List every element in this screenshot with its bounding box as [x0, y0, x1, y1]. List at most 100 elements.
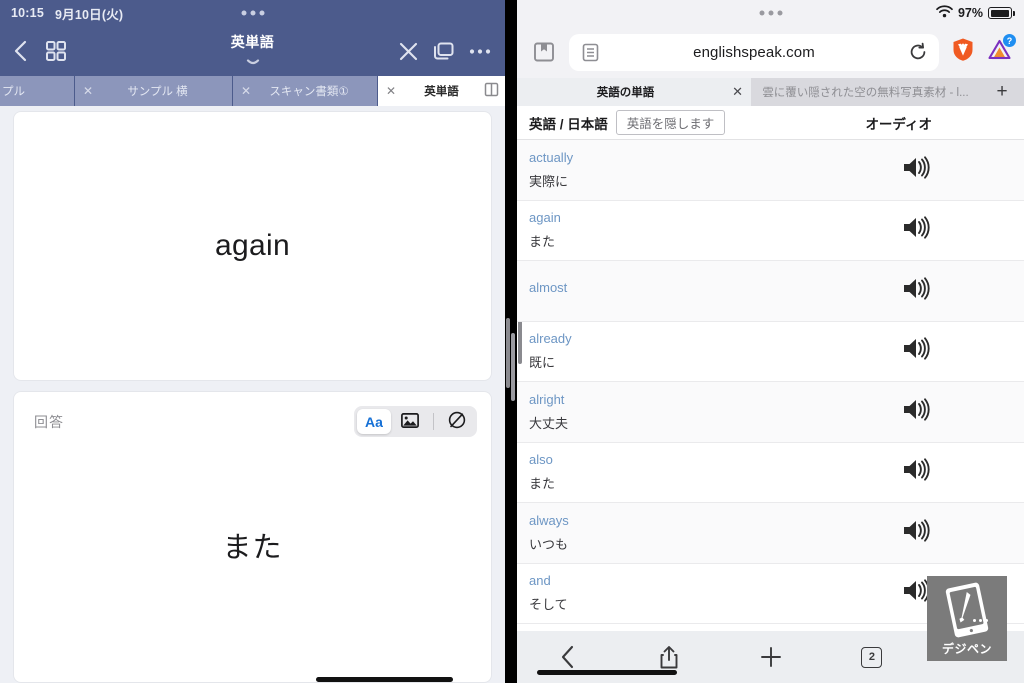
left-status-bar: 10:15 9月10日(火)	[0, 0, 505, 26]
tab-item[interactable]: ✕ スキャン書類①	[233, 76, 378, 106]
answer-tool-group: Aa	[354, 406, 477, 437]
hide-english-button[interactable]: 英語を隠します	[615, 110, 726, 135]
more-horizontal-icon[interactable]	[469, 48, 491, 55]
word-japanese: また	[529, 234, 556, 250]
url-text[interactable]: englishspeak.com	[601, 44, 907, 61]
word-japanese: いつも	[529, 536, 569, 552]
word-english[interactable]: also	[529, 452, 555, 467]
reload-icon[interactable]	[907, 42, 929, 62]
battery-icon	[988, 7, 1015, 19]
tablet-pen-icon	[944, 582, 990, 638]
tab-item-active[interactable]: ✕ 英単語	[378, 76, 505, 106]
speaker-icon[interactable]	[902, 517, 932, 548]
column-header-audio: オーディオ	[865, 116, 932, 132]
word-english[interactable]: again	[529, 210, 561, 225]
table-row[interactable]: actually 実際に	[517, 140, 1024, 201]
left-nav-bar: 英単語	[0, 26, 505, 76]
answer-card[interactable]: 回答 Aa また	[14, 392, 491, 682]
draw-tool-button[interactable]	[440, 409, 474, 434]
speaker-icon[interactable]	[902, 396, 932, 427]
browser-tab[interactable]: 雲に覆い隠された空の無料写真素材 - l...	[751, 78, 980, 106]
back-button[interactable]	[517, 645, 618, 669]
table-row[interactable]: again また	[517, 201, 1024, 261]
tab-label: 雲に覆い隠された空の無料写真素材 - l...	[762, 87, 969, 99]
copy-icon[interactable]	[432, 41, 456, 62]
tab-item[interactable]: プル	[0, 76, 75, 106]
speaker-icon[interactable]	[902, 336, 932, 367]
tab-close-icon[interactable]: ✕	[386, 84, 396, 98]
word-japanese: そして	[529, 597, 568, 613]
answer-label: 回答	[34, 413, 64, 430]
tab-count: 2	[861, 646, 883, 668]
new-tab-button[interactable]	[720, 646, 821, 668]
triangle-extension-icon[interactable]: ?	[987, 34, 1016, 66]
chevron-left-icon[interactable]	[14, 40, 27, 62]
answer-body: また	[14, 437, 491, 652]
word-english[interactable]: almost	[529, 280, 567, 295]
home-indicator	[316, 677, 453, 682]
table-row[interactable]: also また	[517, 443, 1024, 503]
tab-close-icon[interactable]: ✕	[732, 84, 743, 100]
question-card[interactable]: again	[14, 112, 491, 380]
flashcard-content: again 回答 Aa また	[0, 112, 505, 683]
tool-divider	[433, 413, 434, 430]
tab-close-icon[interactable]: ✕	[83, 84, 93, 98]
pen-circle-icon	[448, 411, 466, 432]
speaker-icon[interactable]	[902, 457, 932, 488]
multitask-handle-icon[interactable]	[241, 10, 264, 16]
page-title: 英単語	[230, 33, 275, 50]
left-pane-scrollbar[interactable]	[506, 318, 510, 388]
text-tool-button[interactable]: Aa	[357, 409, 391, 434]
book-icon[interactable]	[484, 82, 499, 100]
brave-lion-icon[interactable]	[951, 37, 975, 67]
left-tab-strip: プル ✕ サンプル 横 ✕ スキャン書類① ✕ 英単語	[0, 76, 505, 106]
tab-label: スキャン書類①	[269, 86, 349, 98]
table-row[interactable]: almost	[517, 261, 1024, 322]
status-date: 9月10日(火)	[54, 7, 124, 22]
word-english[interactable]: already	[529, 331, 572, 346]
text-tool-label: Aa	[365, 413, 383, 430]
tab-close-icon[interactable]: ✕	[241, 84, 251, 98]
chevron-down-icon[interactable]	[245, 53, 261, 71]
table-row[interactable]: already 既に	[517, 322, 1024, 382]
split-view-divider[interactable]	[505, 0, 517, 683]
watermark-text: デジペン	[941, 642, 992, 656]
question-word: again	[215, 229, 290, 262]
word-english[interactable]: and	[529, 573, 568, 588]
grid-icon[interactable]	[45, 40, 67, 62]
share-button[interactable]	[618, 645, 719, 670]
browser-tab-active[interactable]: 英語の単語 ✕	[517, 78, 751, 106]
address-bar[interactable]: englishspeak.com	[569, 33, 939, 71]
right-status-bar: 97%	[517, 0, 1024, 26]
home-indicator	[537, 670, 677, 675]
tab-overview-button[interactable]: 2	[821, 646, 922, 668]
table-row[interactable]: always いつも	[517, 503, 1024, 564]
speaker-icon[interactable]	[902, 275, 932, 306]
answer-word: また	[222, 531, 283, 564]
tab-label: プル	[2, 86, 25, 98]
table-row[interactable]: alright 大丈夫	[517, 382, 1024, 443]
image-icon	[401, 412, 419, 431]
word-japanese: 大丈夫	[529, 415, 569, 431]
browser-pane: 97% englishspeak.com ? 英語の単語 ✕ 雲に覆い隠された空…	[517, 0, 1024, 683]
bookmarks-icon[interactable]	[529, 40, 559, 64]
close-icon[interactable]	[398, 41, 419, 62]
speaker-icon[interactable]	[902, 154, 932, 185]
web-page-content: 英語 / 日本語 英語を隠します オーディオ actually 実際に agai…	[517, 106, 1024, 631]
word-japanese: 既に	[529, 355, 556, 371]
browser-tab-strip: 英語の単語 ✕ 雲に覆い隠された空の無料写真素材 - l... +	[517, 78, 1024, 106]
speaker-icon[interactable]	[902, 215, 932, 246]
word-english[interactable]: alright	[529, 392, 568, 407]
status-time: 10:15	[11, 6, 44, 20]
right-pane-scrollbar[interactable]	[511, 333, 515, 401]
battery-percent: 97%	[957, 6, 983, 20]
word-japanese: 実際に	[529, 173, 569, 189]
reader-mode-icon[interactable]	[579, 43, 601, 62]
tab-item[interactable]: ✕ サンプル 横	[75, 76, 233, 106]
image-tool-button[interactable]	[393, 409, 427, 434]
word-english[interactable]: always	[529, 513, 569, 528]
new-tab-button[interactable]: +	[980, 78, 1024, 106]
multitask-handle-icon[interactable]	[759, 10, 782, 16]
word-japanese: また	[529, 476, 556, 492]
word-english[interactable]: actually	[529, 150, 573, 165]
